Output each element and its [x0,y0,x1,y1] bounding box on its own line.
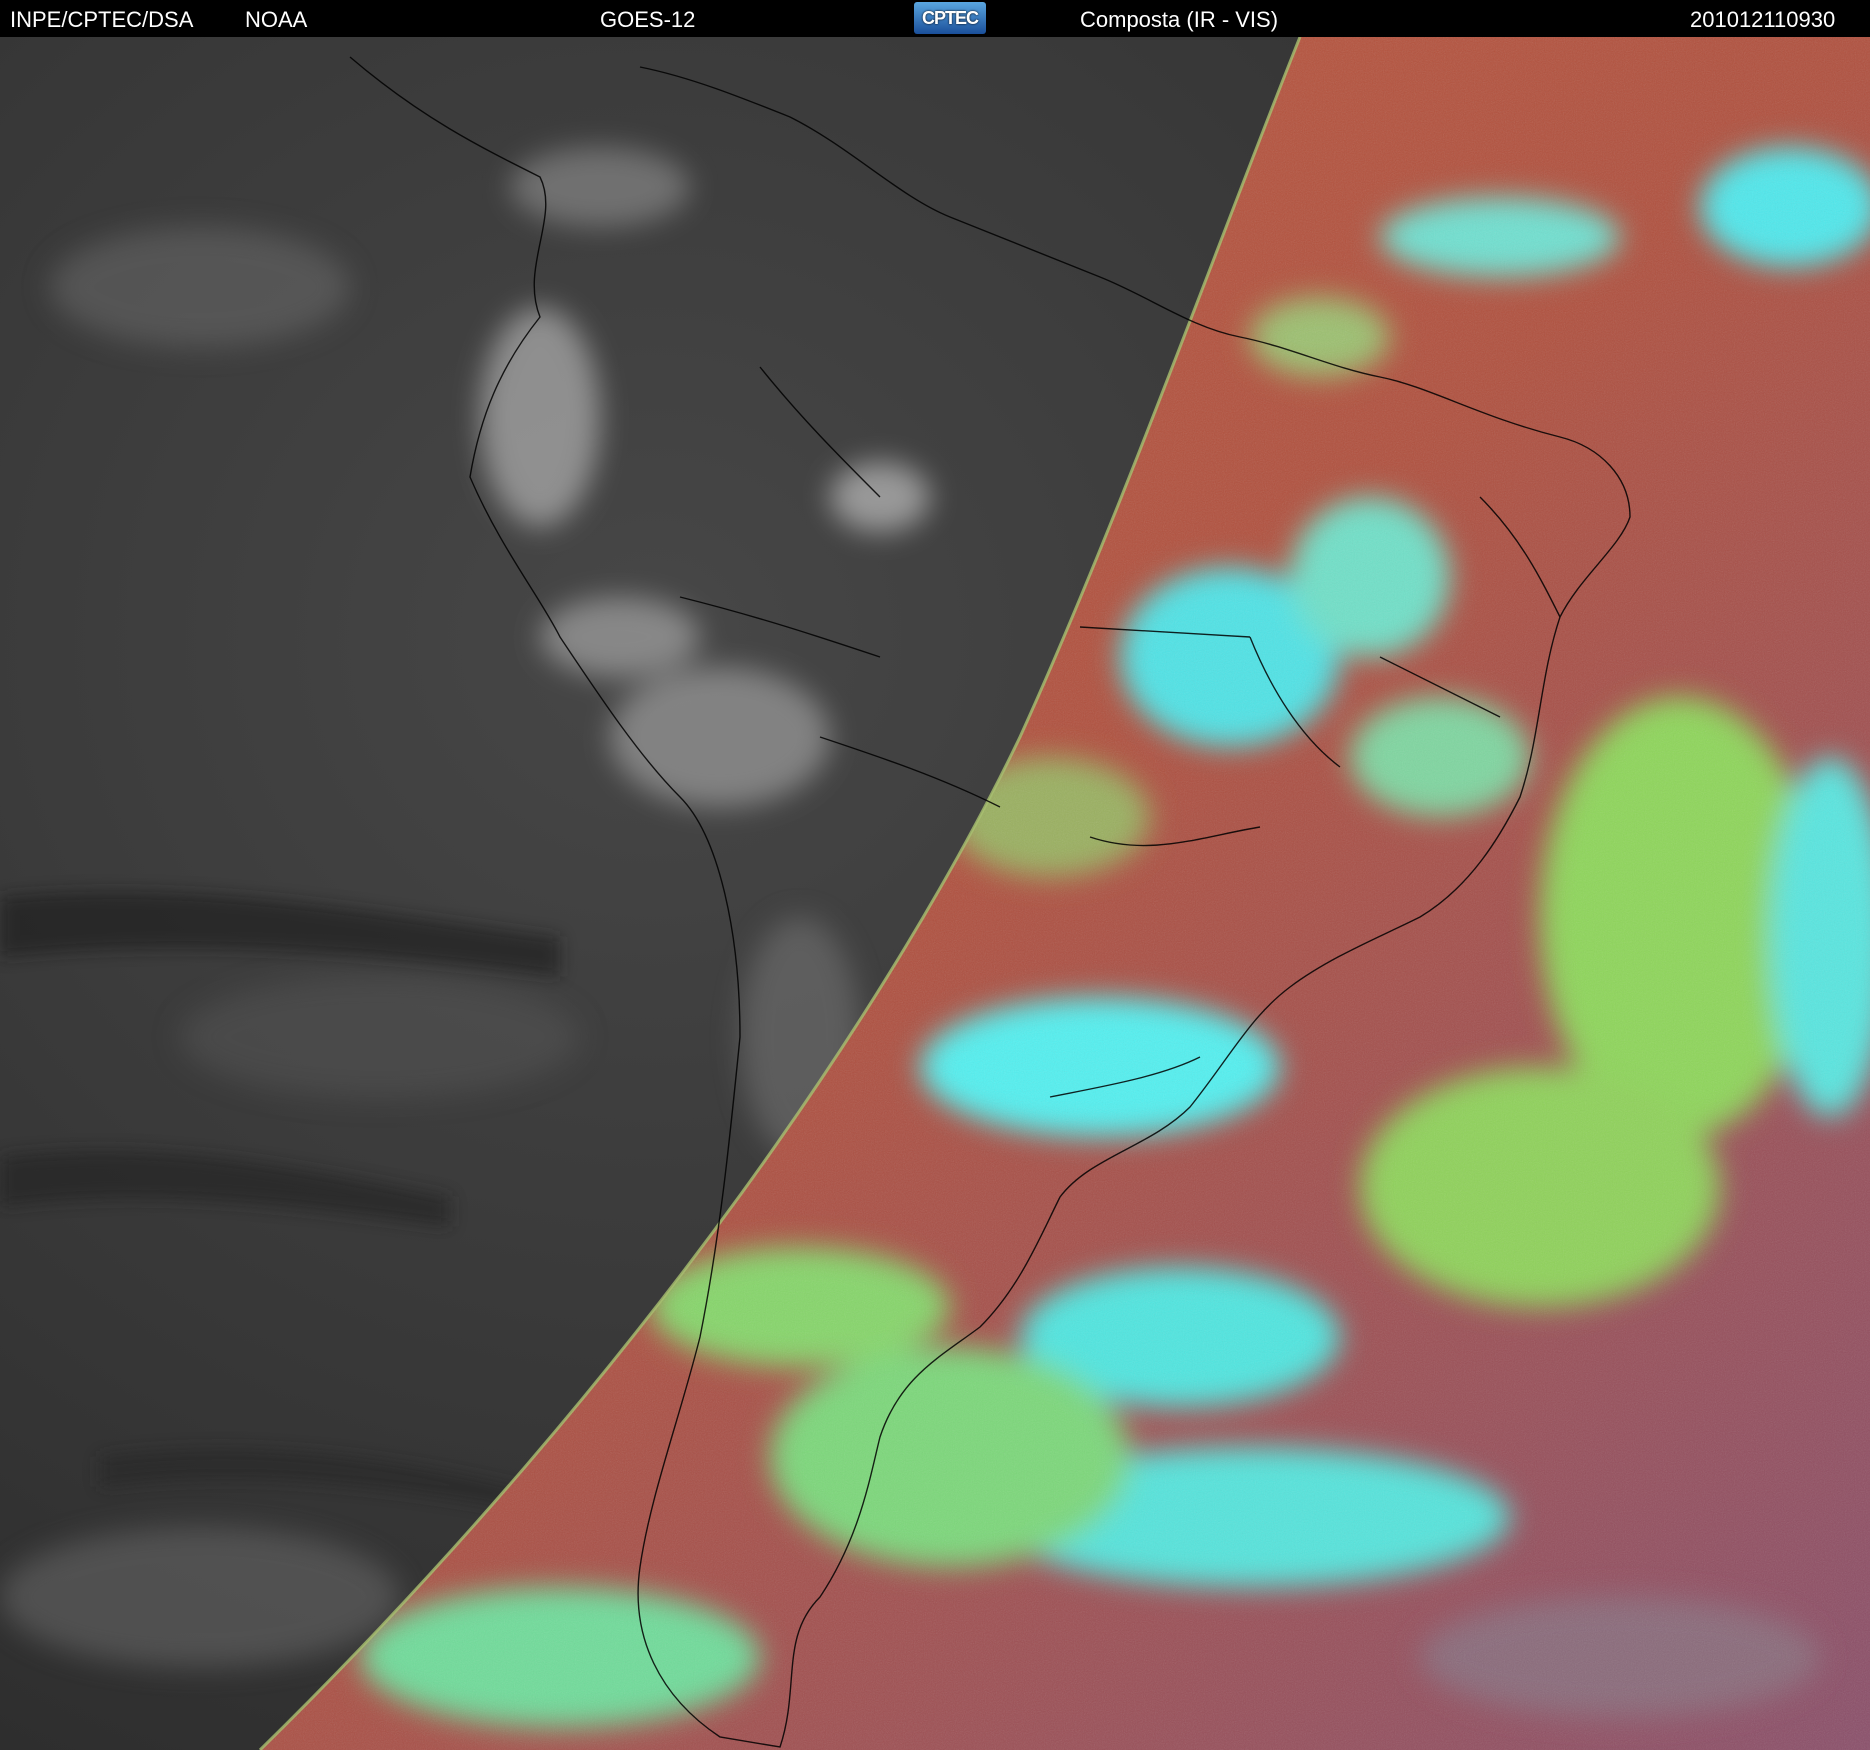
image-header: INPE/CPTEC/DSA NOAA GOES-12 CPTEC Compos… [0,0,1870,37]
logo-text: CPTEC [921,7,979,28]
agency-label: INPE/CPTEC/DSA [10,7,194,32]
cptec-logo: CPTEC [914,2,986,34]
source-label: NOAA [245,7,308,32]
timestamp-label: 201012110930 [1690,7,1836,32]
satellite-label: GOES-12 [600,7,696,32]
satellite-image [0,37,1870,1750]
product-label: Composta (IR - VIS) [1080,7,1279,32]
